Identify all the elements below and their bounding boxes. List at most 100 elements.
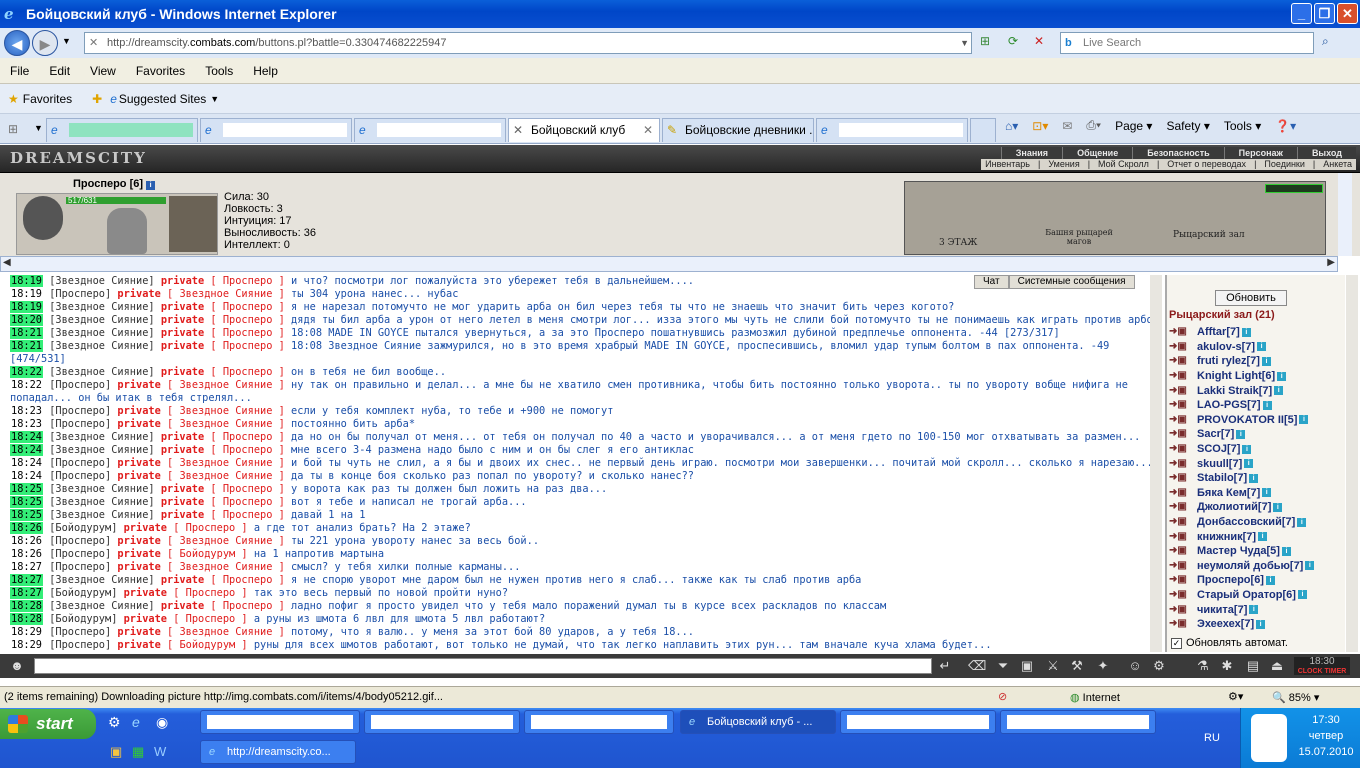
private-message-icon[interactable]: ➜▣: [1169, 428, 1189, 440]
message-recipient[interactable]: [ Бойодурум ]: [167, 548, 248, 560]
private-message-icon[interactable]: ➜▣: [1169, 589, 1189, 601]
start-button[interactable]: start: [0, 709, 96, 739]
chat-scrollbar[interactable]: [1150, 275, 1162, 652]
message-recipient[interactable]: [ Просперо ]: [210, 444, 284, 456]
info-icon[interactable]: i: [1249, 473, 1259, 483]
quick-tabs-icon[interactable]: ⊞: [8, 122, 18, 136]
tab-system-messages[interactable]: Системные сообщения: [1008, 275, 1135, 289]
message-recipient[interactable]: [ Просперо ]: [210, 327, 284, 339]
maximize-button[interactable]: ❐: [1314, 3, 1335, 24]
message-sender[interactable]: [Просперо]: [49, 548, 111, 560]
message-recipient[interactable]: [ Звездное Сияние ]: [167, 379, 285, 391]
private-message-icon[interactable]: ➜▣: [1169, 414, 1189, 426]
message-recipient[interactable]: [ Звездное Сияние ]: [167, 561, 285, 573]
message-recipient[interactable]: [ Просперо ]: [210, 496, 284, 508]
tab-list-icon[interactable]: ▼: [34, 123, 43, 133]
message-sender[interactable]: [Звездное Сияние]: [49, 444, 154, 456]
refresh-button[interactable]: Обновить: [1215, 290, 1287, 306]
user-name[interactable]: skuull: [1197, 458, 1229, 470]
private-message-icon[interactable]: ➜▣: [1169, 341, 1189, 353]
info-icon[interactable]: i: [1277, 371, 1287, 381]
potion-icon[interactable]: ⚗: [1194, 658, 1212, 674]
word-icon[interactable]: W: [154, 744, 166, 759]
info-icon[interactable]: i: [1265, 575, 1275, 585]
tab-chat[interactable]: Чат: [974, 275, 1009, 289]
search-input[interactable]: b Live Search: [1060, 32, 1314, 54]
user-name[interactable]: неумоляй добью: [1197, 560, 1290, 572]
tab-hidden-2[interactable]: e: [200, 118, 352, 142]
message-recipient[interactable]: [ Бойодурум ]: [167, 639, 248, 651]
gear-icon[interactable]: ✱: [1218, 658, 1236, 674]
message-sender[interactable]: [Звездное Сияние]: [49, 509, 154, 521]
blocked-icon[interactable]: ⊘: [998, 690, 1007, 703]
message-sender[interactable]: [Звездное Сияние]: [49, 600, 154, 612]
user-name[interactable]: Старый Оратор: [1197, 589, 1282, 601]
menu-view[interactable]: View: [90, 64, 116, 78]
message-recipient[interactable]: [ Просперо ]: [173, 613, 247, 625]
message-recipient[interactable]: [ Звездное Сияние ]: [167, 457, 285, 469]
info-icon[interactable]: i: [1258, 532, 1268, 542]
exit-icon[interactable]: ⏏: [1268, 658, 1286, 674]
info-icon[interactable]: i: [1305, 561, 1315, 571]
message-recipient[interactable]: [ Просперо ]: [210, 483, 284, 495]
user-item[interactable]: ➜▣ Afftar [7] i: [1169, 325, 1345, 340]
user-name[interactable]: Эхеехех: [1197, 618, 1241, 630]
private-message-icon[interactable]: ➜▣: [1169, 443, 1189, 455]
private-message-icon[interactable]: ➜▣: [1169, 618, 1189, 630]
chat-input[interactable]: [34, 658, 932, 674]
message-recipient[interactable]: [ Просперо ]: [210, 600, 284, 612]
outlook-icon[interactable]: ▣: [110, 744, 122, 760]
close-tab-icon[interactable]: ✕: [643, 119, 653, 141]
mail-icon[interactable]: ✉: [1062, 119, 1072, 133]
message-sender[interactable]: [Бойодурум]: [49, 522, 117, 534]
info-icon[interactable]: i: [1236, 429, 1246, 439]
message-sender[interactable]: [Бойодурум]: [49, 587, 117, 599]
bag-icon[interactable]: ▤: [1244, 658, 1262, 674]
user-name[interactable]: Джолиотий: [1197, 501, 1258, 513]
user-item[interactable]: ➜▣ akulov-s [7] i: [1169, 340, 1345, 355]
search-icon[interactable]: ⌕: [1322, 34, 1329, 49]
private-message-icon[interactable]: ➜▣: [1169, 487, 1189, 499]
user-item[interactable]: ➜▣ Эхеехех [7] i: [1169, 617, 1345, 632]
user-item[interactable]: ➜▣ skuull [7] i: [1169, 456, 1345, 471]
user-name[interactable]: LAO-PGS: [1197, 399, 1247, 411]
message-sender[interactable]: [Звездное Сияние]: [49, 574, 154, 586]
message-sender[interactable]: [Звездное Сияние]: [49, 496, 154, 508]
user-item[interactable]: ➜▣ fruti rylez [7] i: [1169, 354, 1345, 369]
info-icon[interactable]: i: [1299, 415, 1309, 425]
suggested-sites-button[interactable]: Suggested Sites: [119, 92, 206, 106]
menu-file[interactable]: File: [10, 64, 29, 78]
user-item[interactable]: ➜▣ SCOJ [7] i: [1169, 442, 1345, 457]
private-message-icon[interactable]: ➜▣: [1169, 458, 1189, 470]
message-recipient[interactable]: [ Просперо ]: [210, 340, 284, 352]
save-icon[interactable]: ▣: [1018, 658, 1036, 674]
info-icon[interactable]: i: [1274, 386, 1284, 396]
add-favorite-icon[interactable]: ✚: [92, 92, 102, 106]
room-scrollbar[interactable]: [1346, 275, 1358, 652]
forward-button[interactable]: ▶: [32, 30, 58, 56]
equipment-slots[interactable]: [169, 196, 217, 252]
location-map[interactable]: 3 ЭТАЖ Башня рыцарей магов Рыцарский зал: [904, 181, 1326, 255]
message-recipient[interactable]: [ Звездное Сияние ]: [167, 535, 285, 547]
private-message-icon[interactable]: ➜▣: [1169, 516, 1189, 528]
submenu-transfers[interactable]: Отчет о переводах: [1163, 159, 1250, 170]
private-message-icon[interactable]: ➜▣: [1169, 574, 1189, 586]
auto-refresh-checkbox[interactable]: ✓ Обновлять автомат.: [1171, 637, 1288, 649]
info-icon[interactable]: i: [1297, 590, 1307, 600]
page-menu[interactable]: Page ▾: [1115, 119, 1152, 133]
magic-icon[interactable]: ✦: [1094, 658, 1112, 674]
private-message-icon[interactable]: ➜▣: [1169, 501, 1189, 513]
message-sender[interactable]: [Просперо]: [49, 626, 111, 638]
menu-exit[interactable]: Выход: [1296, 147, 1356, 159]
minimize-button[interactable]: _: [1291, 3, 1312, 24]
task-hidden-3[interactable]: [524, 710, 674, 734]
helmet-icon[interactable]: [23, 196, 63, 240]
private-message-icon[interactable]: ➜▣: [1169, 370, 1189, 382]
quicklaunch-icon[interactable]: ⚙: [108, 714, 121, 731]
menu-favorites[interactable]: Favorites: [136, 64, 185, 78]
message-sender[interactable]: [Звездное Сияние]: [49, 483, 154, 495]
submenu-scroll[interactable]: Мой Скролл: [1094, 159, 1153, 170]
message-recipient[interactable]: [ Звездное Сияние ]: [167, 470, 285, 482]
menu-character[interactable]: Персонаж: [1223, 147, 1297, 159]
private-message-icon[interactable]: ➜▣: [1169, 560, 1189, 572]
